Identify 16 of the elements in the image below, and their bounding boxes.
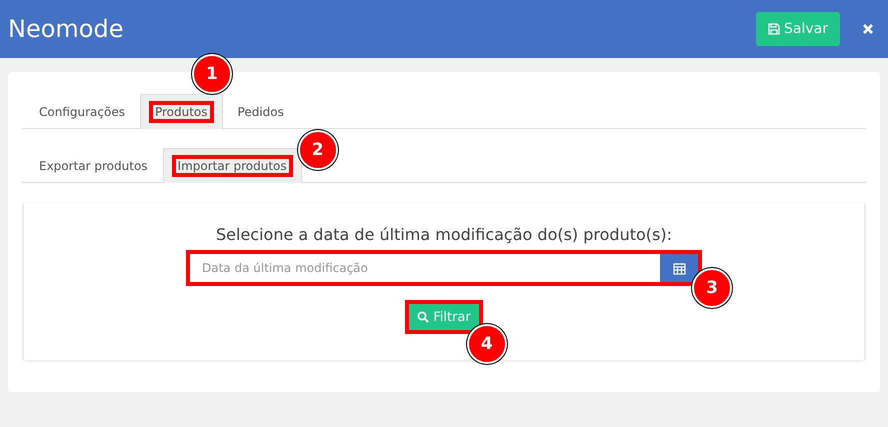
tab[interactable]: Configurações xyxy=(24,94,140,129)
callout-badge: 1 xyxy=(192,54,232,94)
date-field[interactable]: Data da última modificação xyxy=(186,250,702,286)
close-icon[interactable] xyxy=(862,23,874,35)
tab[interactable]: Pedidos xyxy=(222,94,299,129)
calendar-button[interactable] xyxy=(660,254,698,282)
calendar-icon xyxy=(672,262,686,274)
tab[interactable]: Produtos xyxy=(140,94,223,129)
prompt-text: Selecione a data de última modificação do(s) produto(s): xyxy=(216,225,672,244)
search-icon xyxy=(417,311,430,323)
app-title: Neomode xyxy=(8,15,124,43)
callout-badge: 4 xyxy=(466,324,507,364)
tab[interactable]: Exportar produtos xyxy=(24,148,163,183)
tab[interactable]: Importar produtos xyxy=(162,148,302,183)
callout-badge: 2 xyxy=(298,130,338,170)
callout-badge: 3 xyxy=(692,268,732,308)
